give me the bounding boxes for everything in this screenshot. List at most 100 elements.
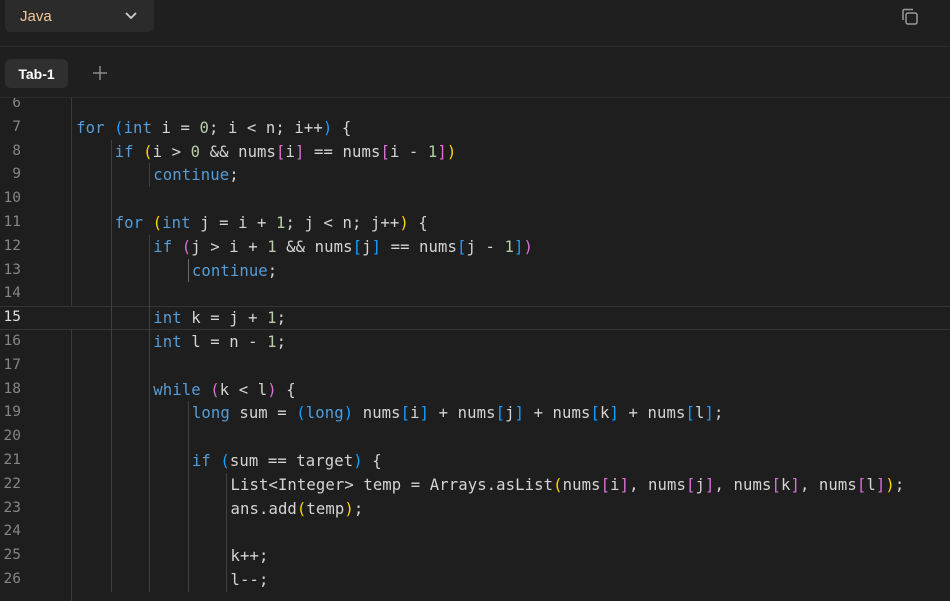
code-token: && nums [276, 237, 353, 256]
indent-guide [110, 520, 112, 545]
code-text: int k = j + 1; [153, 309, 286, 327]
indent-guide [110, 163, 112, 188]
code-token: ( [181, 237, 192, 256]
code-token: 1 [504, 237, 514, 256]
code-line[interactable]: 7 for (int i = 0; i < n; i++) { [0, 116, 950, 140]
code-token: ( [296, 404, 306, 423]
code-token: + nums [619, 404, 686, 423]
indent-guide [110, 187, 112, 211]
indent-guide [110, 258, 112, 283]
tab-1[interactable]: Tab-1 [5, 59, 68, 88]
code-token: j [505, 404, 515, 423]
code-token: temp [306, 499, 345, 518]
code-token: [ [686, 475, 696, 494]
code-line[interactable]: 9 continue; [0, 163, 950, 188]
indent-guide [149, 401, 151, 426]
plus-icon[interactable] [91, 64, 109, 82]
code-text: if (i > 0 && nums[i] == nums[i - 1]) [115, 143, 457, 161]
code-token: , nums [714, 475, 772, 494]
code-line[interactable]: 19 long sum = (long) nums[i] + nums[j] + … [0, 401, 950, 426]
code-token: i [285, 142, 296, 161]
code-text: List<Integer> temp = Arrays.asList(nums[… [231, 476, 905, 494]
code-token: [ [685, 404, 695, 423]
code-token: && nums [200, 142, 277, 161]
line-number: 16 [3, 332, 21, 349]
code-token: ; [276, 332, 287, 351]
indent-guide [226, 472, 228, 497]
code-line[interactable]: 12 if (j > i + 1 && nums[j] == nums[j - 1… [0, 234, 950, 259]
code-line[interactable]: 22 List<Integer> temp = Arrays.asList(num… [0, 472, 950, 497]
code-token: ] [705, 475, 715, 494]
code-token: ; [267, 261, 278, 280]
code-line[interactable]: 24 [0, 520, 950, 545]
indent-guide [226, 567, 228, 592]
code-line[interactable]: 23 ans.add(temp); [0, 496, 950, 521]
code-line[interactable]: 13 continue; [0, 258, 950, 283]
code-token: ans.add [230, 499, 297, 518]
code-token: [ [771, 475, 781, 494]
code-text: if (j > i + 1 && nums[j] == nums[j - 1]) [153, 238, 533, 256]
language-select-value: Java [20, 7, 52, 25]
indent-guide [110, 353, 112, 378]
code-line[interactable]: 11 for (int j = i + 1; j < n; j++) { [0, 210, 950, 235]
code-line[interactable]: 8 if (i > 0 && nums[i] == nums[i - 1]) [0, 139, 950, 164]
line-number: 22 [3, 475, 21, 492]
code-token: ) [399, 213, 409, 232]
code-line[interactable]: 26 l--; [0, 567, 950, 592]
code-line[interactable]: 18 while (k < l) { [0, 377, 950, 402]
code-token: ] [371, 237, 382, 256]
line-number: 11 [3, 213, 21, 230]
line-number: 6 [12, 98, 21, 111]
code-token: l [866, 475, 876, 494]
indent-guide [149, 567, 151, 592]
code-token: ] [790, 475, 800, 494]
code-token: continue [191, 261, 268, 280]
code-line[interactable]: 21 if (sum == target) { [0, 448, 950, 473]
code-line[interactable]: 15 int k = j + 1; [0, 306, 950, 330]
code-token: k++; [230, 547, 269, 566]
code-line[interactable]: 25 k++; [0, 544, 950, 568]
indent-guide [110, 425, 112, 449]
indent-guide [187, 425, 189, 449]
code-line[interactable]: 6 [0, 98, 950, 116]
code-line[interactable]: 14 [0, 282, 950, 307]
code-text: for (int i = 0; i < n; i++) { [76, 119, 351, 137]
code-line[interactable]: 17 [0, 353, 950, 378]
code-token: k < l [219, 380, 268, 399]
code-text: for (int j = i + 1; j < n; j++) { [115, 214, 428, 232]
language-select[interactable]: Java [5, 0, 154, 32]
code-token: 1 [276, 213, 286, 232]
indent-guide [187, 258, 189, 283]
code-line[interactable]: 20 [0, 425, 950, 449]
code-token: j = i + [190, 213, 277, 232]
indent-guide [187, 472, 189, 497]
copy-icon[interactable] [898, 5, 922, 29]
line-number: 9 [12, 166, 21, 183]
code-token: [ [495, 404, 506, 423]
code-token: { [362, 451, 382, 470]
code-token: ( [296, 499, 307, 518]
code-token: ) [267, 380, 277, 399]
line-number: 20 [3, 428, 21, 445]
line-number: 17 [3, 356, 21, 373]
indent-guide [110, 139, 112, 164]
code-token: ] [437, 142, 447, 161]
code-token: ) [353, 451, 363, 470]
code-token: ] [875, 475, 886, 494]
code-line[interactable]: 10 [0, 187, 950, 211]
code-text: if (sum == target) { [192, 452, 382, 470]
code-token: continue [153, 166, 230, 185]
code-line[interactable]: 16 int l = n - 1; [0, 329, 950, 354]
indent-guide [187, 520, 189, 545]
code-token: sum = [229, 404, 297, 423]
code-editor[interactable]: 6 7 for (int i = 0; i < n; i++) {8 if (i > … [0, 98, 950, 601]
code-token: int [153, 332, 182, 351]
code-token: ; [713, 404, 724, 423]
code-token: ; [229, 166, 239, 185]
code-token: k [780, 475, 791, 494]
line-number: 26 [3, 570, 21, 587]
